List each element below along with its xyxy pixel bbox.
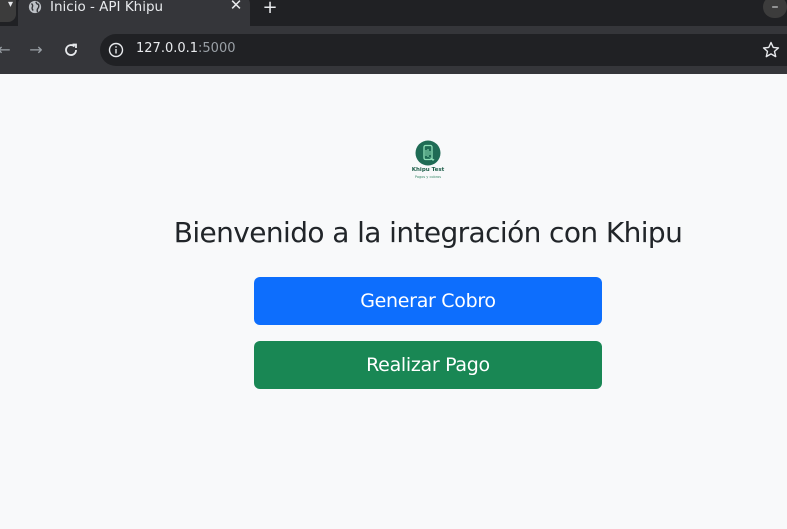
page-content: Khipu Test Pagos y cobros Bienvenido a l… bbox=[0, 74, 787, 529]
star-icon[interactable] bbox=[761, 40, 781, 60]
tab-search-button[interactable]: ▾ bbox=[0, 0, 16, 22]
arrow-right-icon[interactable]: → bbox=[26, 40, 46, 60]
reload-icon[interactable] bbox=[62, 41, 80, 59]
url-host: 127.0.0.1 bbox=[136, 41, 199, 56]
url-port: :5000 bbox=[198, 41, 236, 56]
browser-tab-strip: ▾ Inicio - API Khipu ✕ + – bbox=[0, 0, 787, 26]
page-title: Bienvenido a la integración con Khipu bbox=[173, 216, 683, 249]
arrow-left-icon[interactable]: ← bbox=[0, 40, 14, 60]
chevron-down-icon: ▾ bbox=[7, 0, 13, 10]
info-icon[interactable] bbox=[108, 42, 124, 58]
tab-title: Inicio - API Khipu bbox=[50, 0, 164, 15]
generar-cobro-button[interactable]: Generar Cobro bbox=[254, 277, 602, 325]
khipu-logo-icon bbox=[415, 140, 441, 166]
plus-icon[interactable]: + bbox=[261, 0, 279, 17]
browser-toolbar: ← → 127.0.0.1:5000 bbox=[0, 26, 787, 74]
realizar-pago-button[interactable]: Realizar Pago bbox=[254, 341, 602, 389]
url-text[interactable]: 127.0.0.1:5000 bbox=[136, 41, 236, 56]
browser-tab[interactable]: Inicio - API Khipu ✕ bbox=[18, 0, 250, 26]
logo-name: Khipu Test bbox=[411, 167, 445, 173]
address-bar[interactable]: 127.0.0.1:5000 bbox=[100, 34, 787, 66]
close-icon[interactable]: ✕ bbox=[228, 0, 244, 13]
logo-tagline: Pagos y cobros bbox=[414, 175, 442, 179]
khipu-logo: Khipu Test Pagos y cobros bbox=[404, 140, 452, 184]
globe-icon bbox=[28, 0, 42, 14]
minimize-button[interactable]: – bbox=[763, 0, 787, 18]
